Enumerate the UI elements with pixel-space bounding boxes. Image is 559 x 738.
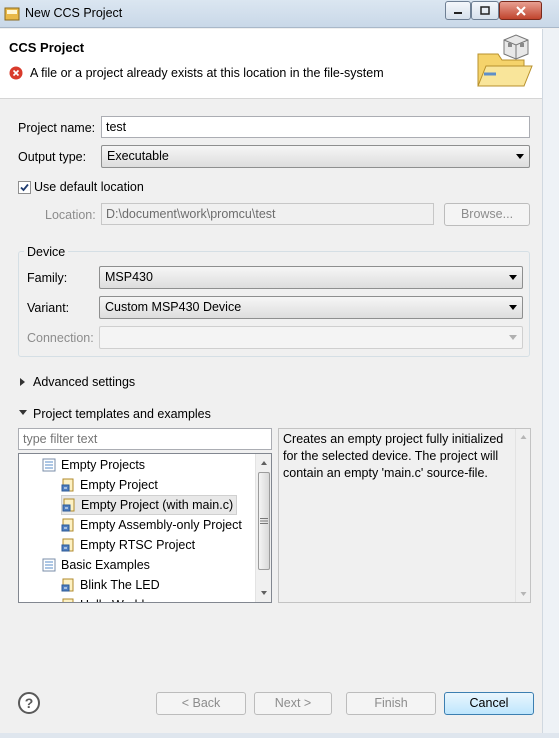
close-icon (515, 5, 526, 16)
tree-item-label: Empty Projects (61, 458, 146, 472)
finish-button[interactable]: Finish (346, 692, 436, 715)
tree-item-label: Blink The LED (80, 578, 160, 592)
folder-icon (42, 558, 56, 572)
output-type-select[interactable]: Executable (101, 145, 530, 168)
tree-item[interactable]: Empty RTSC Project (61, 535, 195, 555)
template-description-panel: Creates an empty project fully initializ… (278, 428, 531, 603)
output-type-value: Executable (107, 149, 169, 163)
project-template-icon (61, 538, 74, 552)
title-bar: New CCS Project (0, 0, 559, 28)
tree-item-label: Empty Assembly-only Project (80, 518, 242, 532)
connection-select[interactable] (99, 326, 523, 349)
tree-item-label: Empty Project (with main.c) (81, 498, 234, 512)
project-template-icon (62, 598, 74, 602)
location-label: Location: (45, 208, 96, 222)
maximize-icon (480, 6, 490, 15)
expand-arrow-icon[interactable] (20, 378, 25, 386)
cancel-button[interactable]: Cancel (444, 692, 534, 715)
error-icon (9, 66, 23, 80)
scroll-up-icon[interactable] (256, 455, 272, 471)
chevron-down-icon (509, 305, 517, 310)
browse-button[interactable]: Browse... (444, 203, 530, 226)
next-button[interactable]: Next > (254, 692, 332, 715)
project-template-icon (61, 478, 74, 492)
window-title: New CCS Project (25, 6, 123, 20)
project-template-icon (62, 498, 75, 512)
close-button[interactable] (499, 1, 542, 20)
chevron-down-icon (516, 154, 524, 159)
window-frame-bottom (0, 733, 559, 738)
tree-item-label: Hello World (80, 598, 144, 602)
grip-icon (260, 518, 268, 524)
project-template-icon (61, 578, 74, 592)
tree-item[interactable]: Hello World (61, 595, 144, 602)
minimize-icon (454, 11, 462, 14)
app-icon (4, 7, 20, 21)
project-name-input[interactable]: test (101, 116, 530, 138)
location-input[interactable]: D:\document\work\promcu\test (101, 203, 434, 225)
tree-category[interactable]: Empty Projects (42, 455, 145, 475)
tree-item-label: Empty Project (80, 478, 158, 492)
scroll-down-icon[interactable] (256, 585, 272, 601)
folder-icon (42, 458, 56, 472)
project-template-icon (61, 518, 74, 532)
connection-label: Connection: (27, 331, 94, 345)
scroll-up-icon[interactable] (516, 430, 531, 444)
tree-item[interactable]: Empty Assembly-only Project (61, 515, 242, 535)
help-button[interactable]: ? (18, 692, 40, 714)
device-group-label: Device (24, 245, 69, 259)
template-description: Creates an empty project fully initializ… (283, 432, 504, 480)
chevron-down-icon (509, 335, 517, 340)
tree-item[interactable]: Empty Project (with main.c) (61, 495, 238, 515)
scrollbar-thumb[interactable] (258, 472, 270, 570)
error-message: A file or a project already exists at th… (30, 66, 384, 80)
collapse-arrow-icon[interactable] (19, 410, 27, 415)
family-value: MSP430 (105, 270, 153, 284)
use-default-location-checkbox[interactable] (18, 181, 31, 194)
tree-category[interactable]: Basic Examples (42, 555, 150, 575)
templates-section-toggle[interactable]: Project templates and examples (33, 407, 211, 421)
description-scrollbar[interactable] (515, 429, 530, 602)
scroll-down-icon[interactable] (516, 587, 531, 601)
family-label: Family: (27, 271, 68, 285)
family-select[interactable]: MSP430 (99, 266, 523, 289)
window-frame-right (542, 29, 559, 738)
new-project-wizard-icon (477, 34, 533, 87)
tree-item-label: Basic Examples (61, 558, 150, 572)
variant-select[interactable]: Custom MSP430 Device (99, 296, 523, 319)
template-filter-input[interactable] (18, 428, 272, 450)
variant-label: Variant: (27, 301, 70, 315)
tree-item[interactable]: Empty Project (61, 475, 158, 495)
maximize-button[interactable] (471, 1, 499, 20)
minimize-button[interactable] (445, 1, 471, 20)
use-default-location-label[interactable]: Use default location (34, 180, 144, 194)
wizard-header: CCS Project A file or a project already … (0, 29, 559, 99)
back-button[interactable]: < Back (156, 692, 246, 715)
template-tree[interactable]: Empty Projects Empty Project Empty Project… (18, 453, 272, 603)
advanced-settings-toggle[interactable]: Advanced settings (33, 375, 135, 389)
output-type-label: Output type: (18, 150, 87, 164)
checkmark-icon (20, 183, 29, 192)
variant-value: Custom MSP430 Device (105, 300, 242, 314)
project-name-label: Project name: (18, 121, 96, 135)
page-title: CCS Project (9, 40, 85, 55)
tree-item-label: Empty RTSC Project (80, 538, 196, 552)
tree-item[interactable]: Blink The LED (61, 575, 160, 595)
tree-scrollbar[interactable] (255, 454, 271, 602)
chevron-down-icon (509, 275, 517, 280)
